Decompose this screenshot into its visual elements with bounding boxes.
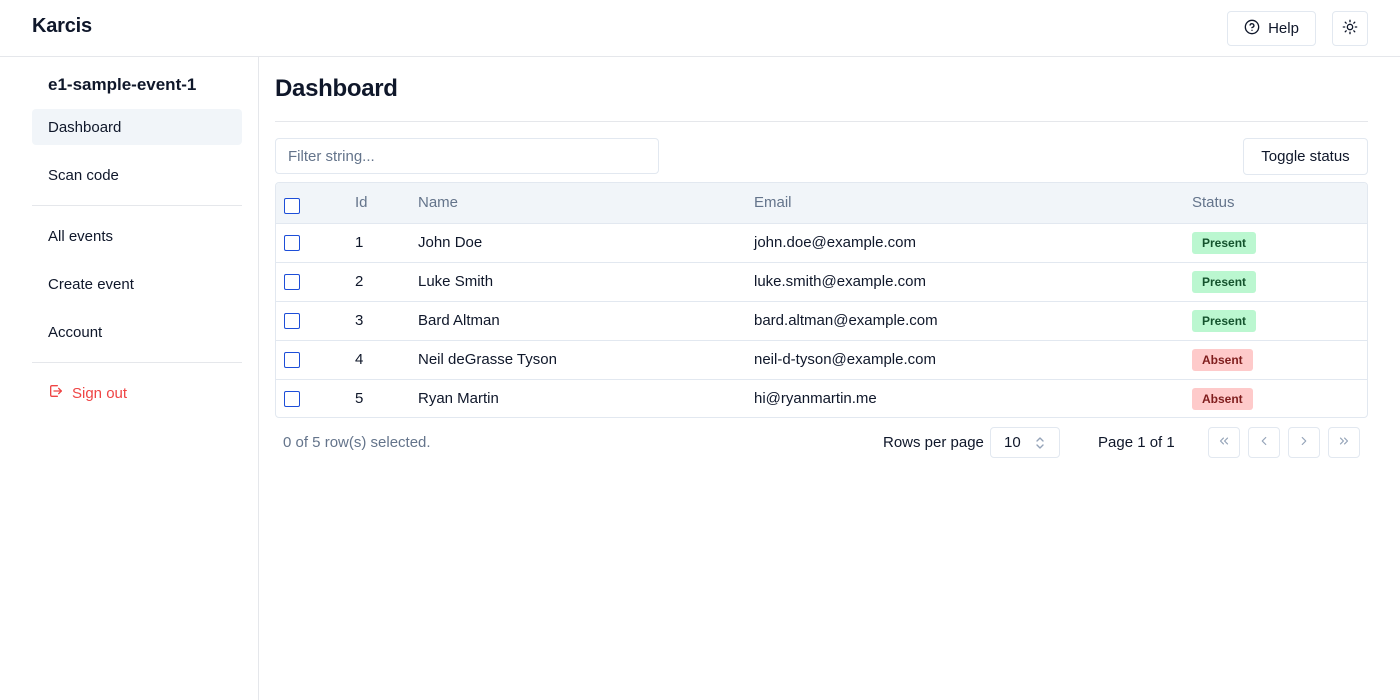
row-checkbox[interactable]: [284, 274, 300, 291]
sidebar-item-label: Create event: [48, 275, 134, 293]
row-checkbox[interactable]: [284, 313, 300, 330]
cell-email: bard.altman@example.com: [754, 312, 938, 329]
cell-email: john.doe@example.com: [754, 234, 916, 251]
page-title: Dashboard: [275, 75, 398, 102]
chevron-left-icon: [1257, 434, 1271, 451]
rows-per-page-select[interactable]: 10: [990, 427, 1060, 458]
chevron-right-icon: [1297, 434, 1311, 451]
rows-per-page-label: Rows per page: [883, 434, 984, 451]
app-brand[interactable]: Karcis: [32, 15, 92, 38]
cell-id: 5: [355, 390, 364, 408]
column-header-email[interactable]: Email: [754, 183, 1192, 223]
help-circle-icon: [1244, 19, 1260, 39]
row-checkbox[interactable]: [284, 352, 300, 369]
sidebar-divider: [32, 205, 242, 206]
rows-per-page-value: 10: [1004, 434, 1021, 451]
cell-email: hi@ryanmartin.me: [754, 390, 877, 408]
cell-name: Neil deGrasse Tyson: [418, 351, 557, 368]
cell-name: Luke Smith: [418, 273, 494, 290]
select-all-checkbox[interactable]: [284, 198, 300, 215]
next-page-button[interactable]: [1288, 427, 1320, 458]
page-indicator: Page 1 of 1: [1098, 434, 1175, 451]
sidebar-item-scan-code[interactable]: Scan code: [32, 157, 242, 193]
cell-id: 1: [355, 234, 364, 251]
cell-id: 2: [355, 273, 364, 290]
sidebar-item-all-events[interactable]: All events: [32, 218, 242, 254]
help-label: Help: [1268, 20, 1299, 37]
cell-name: Ryan Martin: [418, 390, 499, 408]
sidebar-item-label: Dashboard: [48, 118, 122, 136]
sidebar-item-label: Account: [48, 323, 103, 341]
chevrons-up-down-icon: [1035, 436, 1045, 451]
sidebar-divider: [32, 362, 242, 363]
help-button[interactable]: Help: [1227, 11, 1316, 46]
selection-count: 0 of 5 row(s) selected.: [283, 434, 431, 451]
status-badge: Absent: [1192, 348, 1253, 371]
row-checkbox[interactable]: [284, 235, 300, 252]
cell-email: luke.smith@example.com: [754, 273, 926, 290]
cell-id: 3: [355, 312, 364, 329]
cell-name: Bard Altman: [418, 312, 500, 329]
sign-out-button[interactable]: Sign out: [32, 375, 242, 411]
sidebar-item-label: All events: [48, 227, 114, 245]
sun-icon: [1342, 19, 1358, 38]
sidebar-item-account[interactable]: Account: [32, 314, 242, 350]
filter-input[interactable]: [275, 138, 659, 174]
status-badge: Present: [1192, 309, 1257, 332]
cell-name: John Doe: [418, 234, 483, 251]
table-row[interactable]: 2 Luke Smith luke.smith@example.com Pres…: [276, 262, 1367, 301]
table-row[interactable]: 4 Neil deGrasse Tyson neil-d-tyson@examp…: [276, 340, 1367, 379]
sign-out-label: Sign out: [72, 384, 128, 402]
status-badge: Absent: [1192, 387, 1253, 410]
table-row[interactable]: 5 Ryan Martin hi@ryanmartin.me Absent: [276, 379, 1367, 417]
sidebar-item-dashboard[interactable]: Dashboard: [32, 109, 242, 145]
table-row[interactable]: 1 John Doe john.doe@example.com Present: [276, 223, 1367, 262]
sidebar: e1-sample-event-1 Dashboard Scan code Al…: [0, 57, 259, 700]
column-header-name[interactable]: Name: [418, 183, 754, 223]
previous-page-button[interactable]: [1248, 427, 1280, 458]
chevrons-right-icon: [1337, 434, 1351, 451]
theme-toggle-button[interactable]: [1332, 11, 1368, 46]
table-row[interactable]: 3 Bard Altman bard.altman@example.com Pr…: [276, 301, 1367, 340]
table-header-row: Id Name Email Status: [276, 183, 1367, 223]
last-page-button[interactable]: [1328, 427, 1360, 458]
first-page-button[interactable]: [1208, 427, 1240, 458]
sidebar-item-label: Scan code: [48, 166, 119, 184]
attendees-table: Id Name Email Status 1 John Doe john.doe…: [275, 182, 1368, 418]
title-divider: [275, 121, 1368, 122]
status-badge: Present: [1192, 231, 1257, 254]
log-out-icon: [48, 383, 64, 403]
column-header-status[interactable]: Status: [1192, 183, 1367, 223]
chevrons-left-icon: [1217, 434, 1231, 451]
column-header-id[interactable]: Id: [355, 183, 418, 223]
cell-email: neil-d-tyson@example.com: [754, 351, 936, 368]
status-badge: Present: [1192, 270, 1257, 293]
event-name: e1-sample-event-1: [48, 75, 197, 94]
cell-id: 4: [355, 351, 364, 368]
row-checkbox[interactable]: [284, 391, 300, 408]
top-header: Karcis Help: [0, 0, 1400, 57]
toggle-status-button[interactable]: Toggle status: [1243, 138, 1368, 175]
sidebar-item-create-event[interactable]: Create event: [32, 266, 242, 302]
